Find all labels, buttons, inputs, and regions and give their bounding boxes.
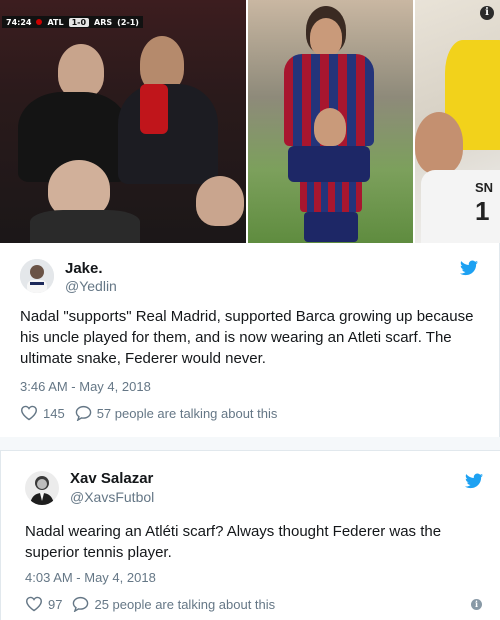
score-overlay: 74:24 ATL 1-0 ARS (2-1) (2, 16, 143, 28)
score-home: ATL (47, 17, 64, 27)
heart-icon[interactable] (25, 596, 43, 612)
person-figure (415, 112, 463, 174)
tweet-separator (0, 437, 500, 450)
talking-count[interactable]: 57 people are talking about this (97, 406, 278, 421)
person-figure (30, 210, 140, 243)
person-figure (310, 18, 342, 56)
person-figure (118, 84, 218, 184)
person-figure (58, 44, 104, 98)
tweet-timestamp[interactable]: 3:46 AM - May 4, 2018 (20, 379, 151, 394)
tweet-text: Nadal wearing an Atléti scarf? Always th… (25, 523, 442, 561)
tweet-card[interactable]: 74:24 ATL 1-0 ARS (2-1) SN 1 i Jake. @Ye… (0, 0, 500, 437)
twitter-bird-icon[interactable] (460, 260, 478, 276)
jersey-text: SN (475, 180, 494, 195)
like-count[interactable]: 145 (43, 406, 65, 421)
tweet-stats: 145 57 people are talking about this (20, 405, 277, 421)
score-time: 74:24 (6, 17, 32, 27)
tweet-card[interactable]: Xav Salazar @XavsFutbol Nadal wearing an… (0, 450, 500, 620)
heart-icon[interactable] (20, 405, 38, 421)
tweet-text: Nadal "supports" Real Madrid, supported … (20, 308, 474, 367)
person-figure (196, 176, 244, 226)
info-icon[interactable]: i (480, 6, 494, 20)
tweet-timestamp[interactable]: 4:03 AM - May 4, 2018 (25, 570, 156, 585)
team-crest-icon (36, 19, 43, 25)
media-photo-stadium[interactable]: 74:24 ATL 1-0 ARS (2-1) (0, 0, 246, 243)
talking-count[interactable]: 25 people are talking about this (94, 597, 275, 612)
avatar[interactable] (25, 471, 59, 505)
avatar-image (20, 259, 54, 293)
like-count[interactable]: 97 (48, 597, 62, 612)
tweet-author-handle[interactable]: @XavsFutbol (70, 489, 154, 505)
tweet-author-name[interactable]: Xav Salazar (70, 470, 153, 487)
media-photo-players[interactable] (248, 0, 413, 243)
red-scarf (140, 84, 168, 134)
reply-bubble-icon[interactable] (72, 596, 89, 612)
twitter-bird-icon[interactable] (465, 473, 483, 489)
avatar-image (25, 471, 59, 505)
media-photo-jersey[interactable]: SN 1 i (415, 0, 500, 243)
jersey-number: 1 (475, 196, 490, 226)
tweet-author-name[interactable]: Jake. (65, 260, 103, 277)
tweet-stats: 97 25 people are talking about this (25, 596, 275, 612)
score-result: 1-0 (68, 17, 90, 27)
person-figure (314, 108, 346, 146)
score-away: ARS (94, 17, 113, 27)
avatar[interactable] (20, 259, 54, 293)
tweet-author-handle[interactable]: @Yedlin (65, 278, 117, 294)
shorts (288, 146, 370, 182)
score-aggregate: (2-1) (117, 17, 139, 27)
shorts (304, 212, 358, 242)
reply-bubble-icon[interactable] (75, 405, 92, 421)
info-icon[interactable]: i (471, 599, 482, 610)
tweet-media[interactable]: 74:24 ATL 1-0 ARS (2-1) SN 1 i (0, 0, 500, 243)
